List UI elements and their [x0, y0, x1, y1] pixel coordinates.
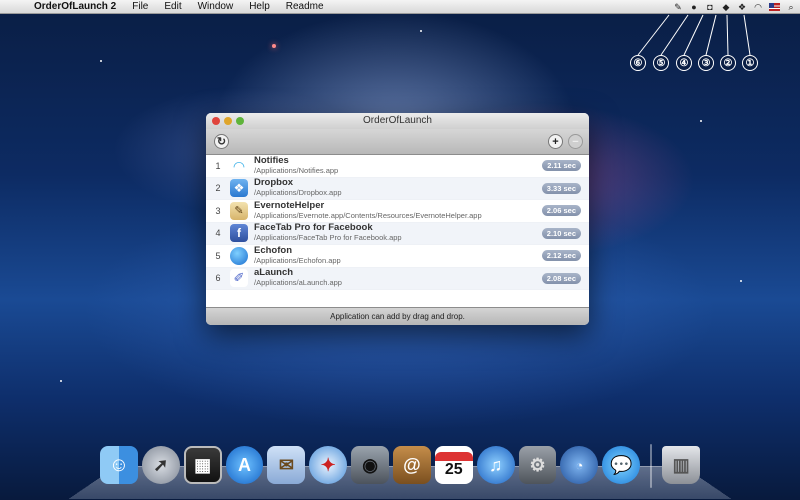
alaunch-icon: ✐: [230, 269, 248, 288]
item-index: 5: [215, 250, 221, 261]
menu-readme[interactable]: Readme: [278, 0, 332, 14]
star: [700, 120, 702, 122]
safari-icon[interactable]: ✦: [309, 446, 348, 484]
zoom-button[interactable]: [236, 117, 244, 125]
launch-delay-badge[interactable]: 2.06 sec: [541, 205, 581, 216]
status-icon-callouts: ⑥ ⑤ ④ ③ ② ①: [620, 12, 800, 74]
item-path: /Applications/Notifies.app: [254, 165, 339, 175]
item-index: 3: [215, 205, 221, 216]
item-name: Dropbox: [254, 177, 294, 189]
item-name: FaceTab Pro for Facebook: [254, 222, 373, 234]
item-index: 4: [215, 228, 221, 239]
launch-delay-badge[interactable]: 2.12 sec: [541, 250, 581, 261]
app-store-icon[interactable]: A: [225, 446, 264, 484]
app-list: 1 ◠ Notifies/Applications/Notifies.app 2…: [206, 155, 589, 307]
dock: ☺ ➚ ▦ A ✉ ✦ ◉ @ 25 ♫ ⚙ ◔ 💬 ▥: [99, 418, 701, 498]
launch-delay-badge[interactable]: 2.11 sec: [542, 160, 581, 171]
item-index: 1: [215, 160, 221, 171]
launch-delay-badge[interactable]: 2.08 sec: [541, 272, 581, 284]
close-button[interactable]: [212, 117, 220, 125]
star: [100, 60, 102, 62]
menu-file[interactable]: File: [124, 0, 156, 14]
list-item[interactable]: 3 ✎ EvernoteHelper/Applications/Evernote…: [206, 200, 589, 223]
window-title: OrderOfLaunch: [363, 115, 432, 126]
item-index: 6: [215, 273, 221, 284]
list-item[interactable]: 6 ✐ aLaunch/Applications/aLaunch.app 2.0…: [206, 267, 589, 290]
list-item[interactable]: 2 ❖ Dropbox/Applications/Dropbox.app 3.3…: [206, 177, 589, 200]
menu-window[interactable]: Window: [190, 0, 242, 14]
callout-6: ⑥: [630, 55, 646, 71]
item-path: /Applications/Dropbox.app: [254, 188, 342, 198]
dropbox-icon: ❖: [230, 179, 248, 198]
photo-booth-icon[interactable]: ▦: [183, 446, 222, 484]
item-name: aLaunch: [254, 267, 294, 279]
window-footer: Application can add by drag and drop.: [206, 307, 589, 325]
echofon-status-icon[interactable]: ●: [689, 2, 699, 12]
evernote-icon: ✎: [230, 201, 248, 220]
mail-icon[interactable]: ✉: [267, 446, 306, 484]
dashboard-icon[interactable]: ◔: [560, 446, 599, 484]
orderoflaunch-window: OrderOfLaunch ↻ + − 1 ◠ Notifies/Applica…: [206, 113, 589, 325]
launch-delay-badge[interactable]: 3.33 sec: [541, 182, 581, 194]
item-name: EvernoteHelper: [254, 199, 325, 211]
callout-2: ②: [720, 55, 736, 71]
item-name: Echofon: [254, 244, 292, 256]
calendar-icon[interactable]: 25: [434, 446, 473, 484]
wifi-icon[interactable]: ◠: [753, 2, 763, 12]
list-item[interactable]: 5 Echofon/Applications/Echofon.app 2.12 …: [206, 245, 589, 268]
callout-1: ①: [742, 55, 758, 71]
system-preferences-icon[interactable]: ⚙: [518, 446, 557, 484]
pen-icon[interactable]: ✎: [673, 2, 683, 12]
window-toolbar: ↻ + −: [206, 129, 589, 155]
callout-4: ④: [676, 55, 692, 71]
dropbox-status-icon[interactable]: ❖: [737, 2, 747, 12]
wifi-icon: ◠: [230, 156, 248, 175]
menu-app-name[interactable]: OrderOfLaunch 2: [26, 0, 124, 14]
us-flag-icon[interactable]: [769, 3, 780, 11]
minimize-button[interactable]: [224, 117, 232, 125]
item-index: 2: [215, 183, 221, 194]
menu-help[interactable]: Help: [241, 0, 278, 14]
echofon-icon: [230, 246, 248, 265]
address-book-icon[interactable]: @: [393, 446, 431, 484]
item-path: /Applications/Evernote.app/Contents/Reso…: [254, 210, 482, 220]
star: [60, 380, 62, 382]
facetime-icon[interactable]: ◉: [351, 446, 390, 484]
footer-hint: Application can add by drag and drop.: [330, 312, 465, 321]
item-path: /Applications/aLaunch.app: [254, 278, 342, 288]
evernote-status-icon[interactable]: ◆: [721, 2, 731, 12]
add-button[interactable]: +: [548, 134, 563, 149]
trash-icon[interactable]: ▥: [662, 446, 701, 484]
menu-edit[interactable]: Edit: [156, 0, 189, 14]
minus-icon: −: [572, 135, 579, 148]
callout-5: ⑤: [653, 55, 669, 71]
item-path: /Applications/FaceTab Pro for Facebook.a…: [254, 233, 402, 243]
item-name: Notifies: [254, 154, 289, 166]
itunes-icon[interactable]: ♫: [476, 446, 515, 484]
star: [272, 44, 276, 48]
callout-3: ③: [698, 55, 714, 71]
calendar-day: 25: [444, 460, 463, 478]
star: [420, 30, 422, 32]
spotlight-search-icon[interactable]: ⌕: [786, 2, 796, 12]
launch-delay-badge[interactable]: 2.10 sec: [541, 227, 581, 239]
dock-separator: [650, 444, 653, 488]
list-item[interactable]: 1 ◠ Notifies/Applications/Notifies.app 2…: [206, 155, 589, 178]
facebook-icon: f: [230, 224, 248, 243]
list-item[interactable]: 4 f FaceTab Pro for Facebook/Application…: [206, 222, 589, 245]
remove-button[interactable]: −: [568, 134, 583, 149]
finder-icon[interactable]: ☺: [99, 446, 138, 484]
launchpad-icon[interactable]: ➚: [141, 446, 180, 484]
refresh-button[interactable]: ↻: [214, 134, 229, 149]
star: [740, 280, 742, 282]
plus-icon: +: [552, 135, 559, 148]
window-titlebar[interactable]: OrderOfLaunch: [206, 113, 589, 129]
camera-icon[interactable]: ◘: [705, 2, 715, 12]
item-path: /Applications/Echofon.app: [254, 255, 341, 265]
refresh-icon: ↻: [216, 136, 227, 148]
messages-icon[interactable]: 💬: [602, 446, 641, 484]
